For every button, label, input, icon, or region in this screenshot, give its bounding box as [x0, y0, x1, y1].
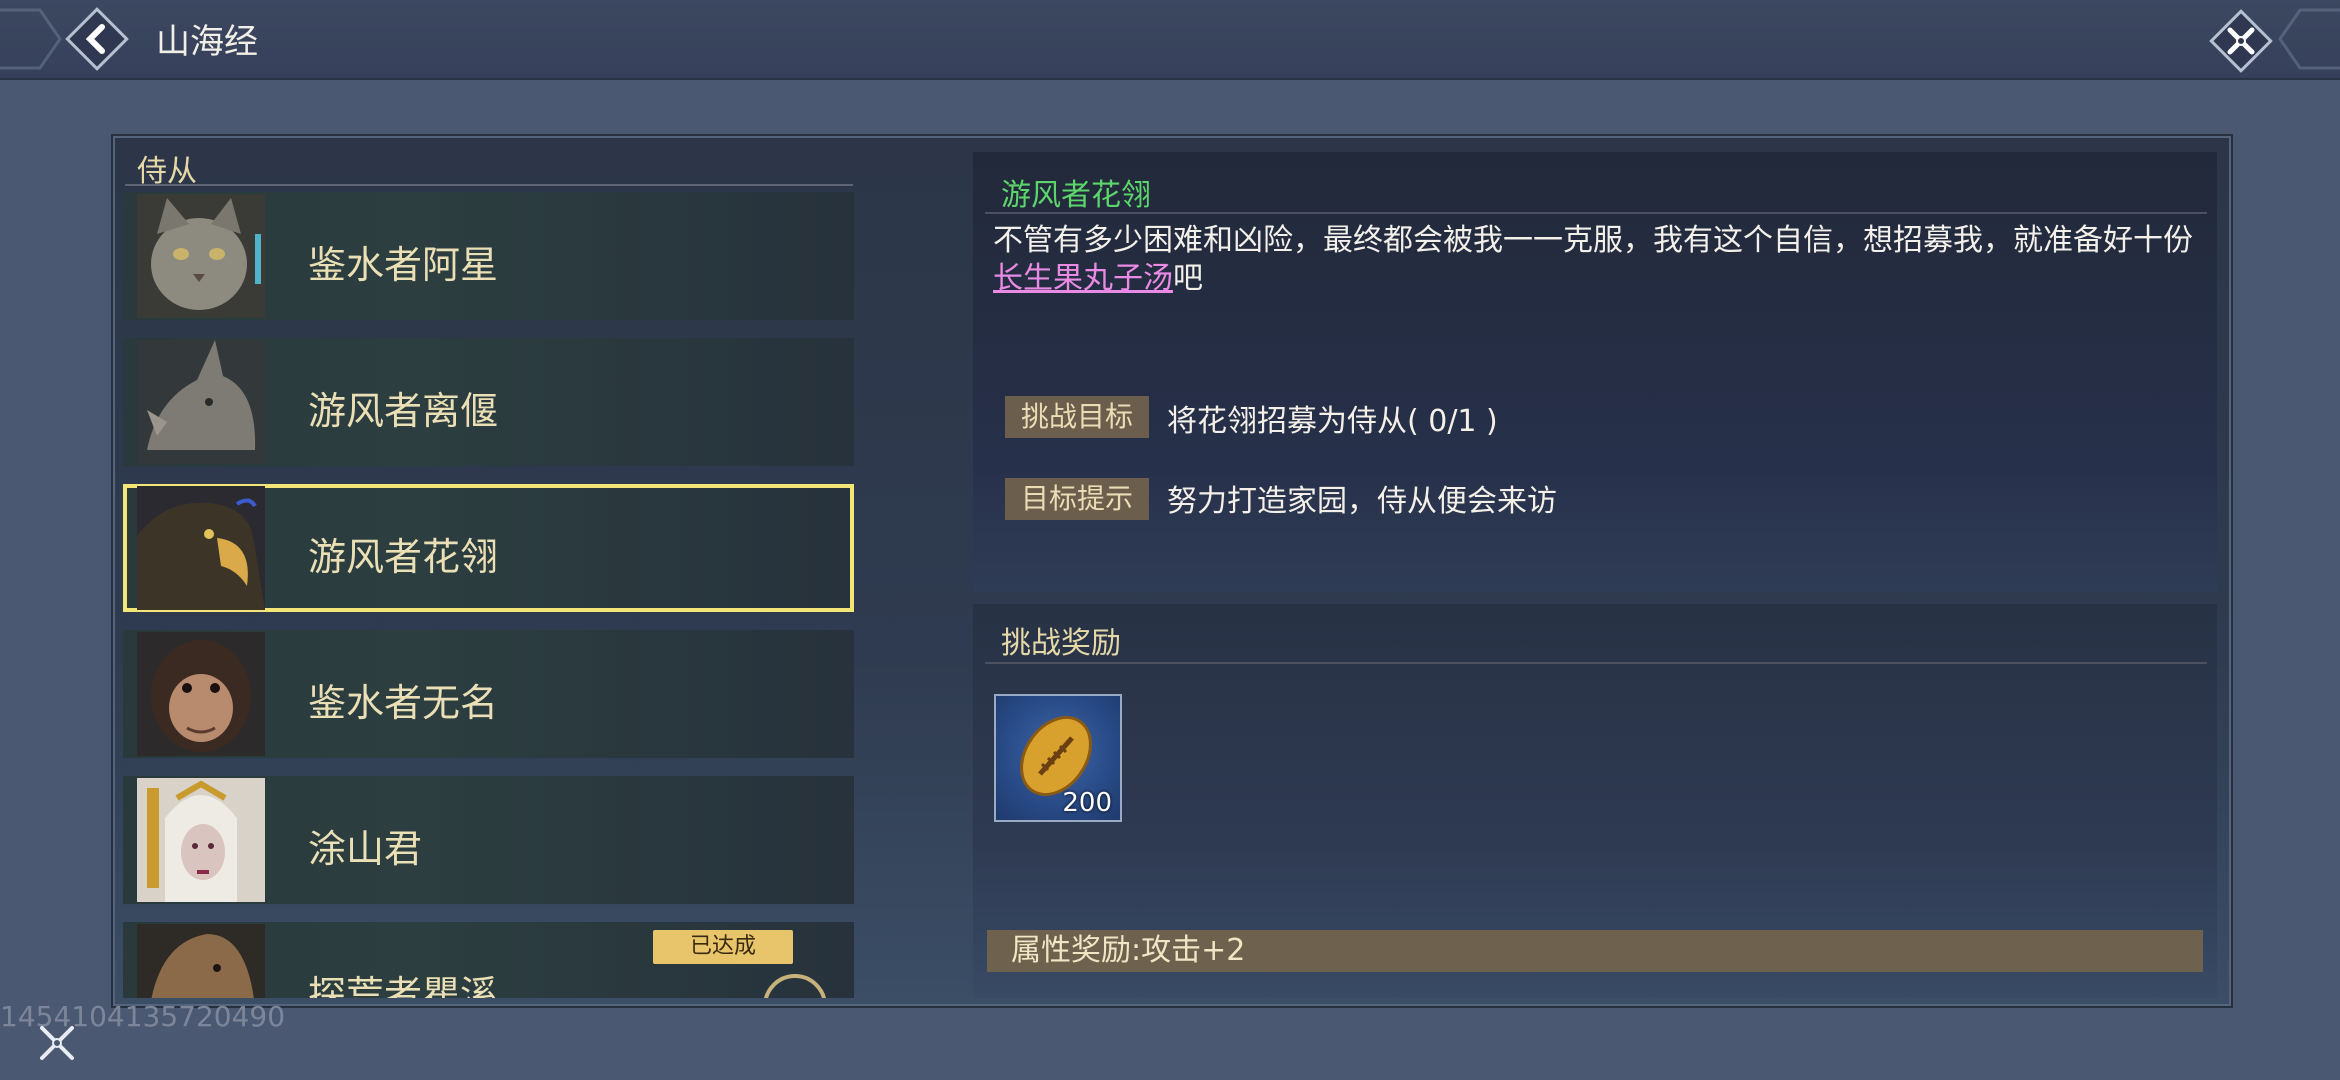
bestiary-panel: 侍从 鉴水者阿星 游风者离偃 游风者花翎 鉴水者无名 涂山君 探荒者瞿溪 已达成…	[111, 134, 2233, 1008]
reward-claim-button[interactable]	[763, 974, 827, 998]
page-title: 山海经	[156, 22, 258, 62]
divider	[985, 662, 2207, 664]
close-icon	[2209, 9, 2273, 73]
list-item[interactable]: 涂山君	[123, 776, 854, 904]
rhino-portrait	[137, 340, 265, 464]
list-item[interactable]: 鉴水者无名	[123, 630, 854, 758]
achieved-badge: 已达成	[653, 930, 793, 964]
back-button[interactable]	[62, 4, 132, 74]
companion-name: 游风者花翎	[1001, 178, 1151, 213]
item-name: 探荒者瞿溪	[308, 973, 499, 998]
item-name: 鉴水者阿星	[308, 243, 499, 287]
companion-description: 不管有多少困难和凶险，最终都会被我一一克服，我有这个自信，想招募我，就准备好十份…	[993, 222, 2193, 298]
detail-panel: 游风者花翎 不管有多少困难和凶险，最终都会被我一一克服，我有这个自信，想招募我，…	[973, 152, 2217, 592]
companion-list[interactable]: 鉴水者阿星 游风者离偃 游风者花翎 鉴水者无名 涂山君 探荒者瞿溪 已达成	[123, 192, 858, 998]
list-item[interactable]: 探荒者瞿溪 已达成	[123, 922, 854, 998]
description-text: 不管有多少困难和凶险，最终都会被我一一克服，我有这个自信，想招募我，就准备好十份	[993, 223, 2193, 258]
hint-text: 努力打造家园，侍从便会来访	[1167, 484, 1557, 519]
top-bar: 山海经	[0, 0, 2340, 80]
list-item[interactable]: 游风者离偃	[123, 338, 854, 466]
item-name: 游风者离偃	[308, 389, 499, 433]
crossed-swords-icon[interactable]	[36, 1022, 78, 1064]
ape-portrait	[137, 632, 265, 756]
item-name: 鉴水者无名	[308, 681, 499, 725]
cat-portrait	[137, 194, 265, 318]
item-name: 涂山君	[308, 827, 423, 871]
attribute-reward: 属性奖励:攻击+2	[987, 930, 2203, 972]
rewards-section-title: 挑战奖励	[1001, 626, 1121, 661]
back-arrow-icon	[65, 7, 129, 71]
goal-label: 挑战目标	[1005, 396, 1149, 438]
item-name: 游风者花翎	[308, 535, 499, 579]
reward-count: 200	[1062, 788, 1112, 818]
hint-label: 目标提示	[1005, 478, 1149, 520]
divider	[985, 212, 2207, 214]
rewards-panel: 挑战奖励 200 属性奖励:攻击+2	[973, 604, 2217, 998]
goal-text: 将花翎招募为侍从( 0/1 )	[1167, 404, 1498, 439]
close-button[interactable]	[2206, 6, 2276, 76]
list-item-selected[interactable]: 游风者花翎	[123, 484, 854, 612]
description-tail: 吧	[1173, 261, 1203, 296]
eagle-portrait	[137, 486, 265, 610]
capybara-portrait	[137, 924, 265, 998]
divider	[125, 184, 853, 186]
item-link[interactable]: 长生果丸子汤	[993, 261, 1173, 296]
fox-spirit-portrait	[137, 778, 265, 902]
reward-item-slot[interactable]: 200	[994, 694, 1122, 822]
list-item[interactable]: 鉴水者阿星	[123, 192, 854, 320]
